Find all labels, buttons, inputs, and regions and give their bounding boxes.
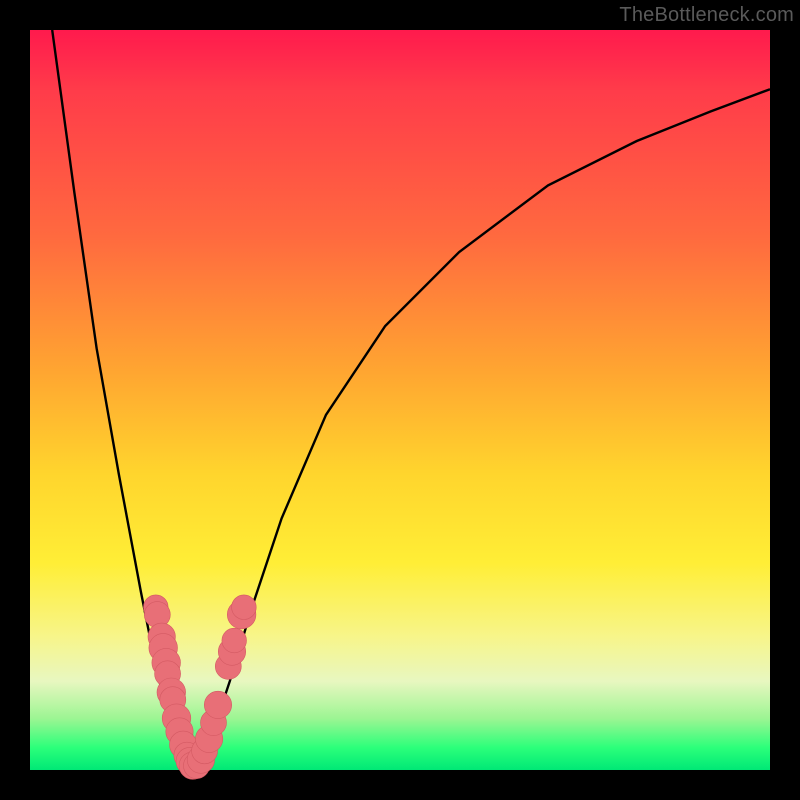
highlight-dot [232, 595, 257, 620]
chart-frame: TheBottleneck.com [0, 0, 800, 800]
highlight-dot [204, 691, 231, 718]
bottleneck-curve-svg [30, 30, 770, 770]
watermark-text: TheBottleneck.com [619, 4, 794, 27]
highlighted-points-group [144, 595, 257, 779]
highlight-dot [222, 628, 247, 653]
plot-area [30, 30, 770, 770]
